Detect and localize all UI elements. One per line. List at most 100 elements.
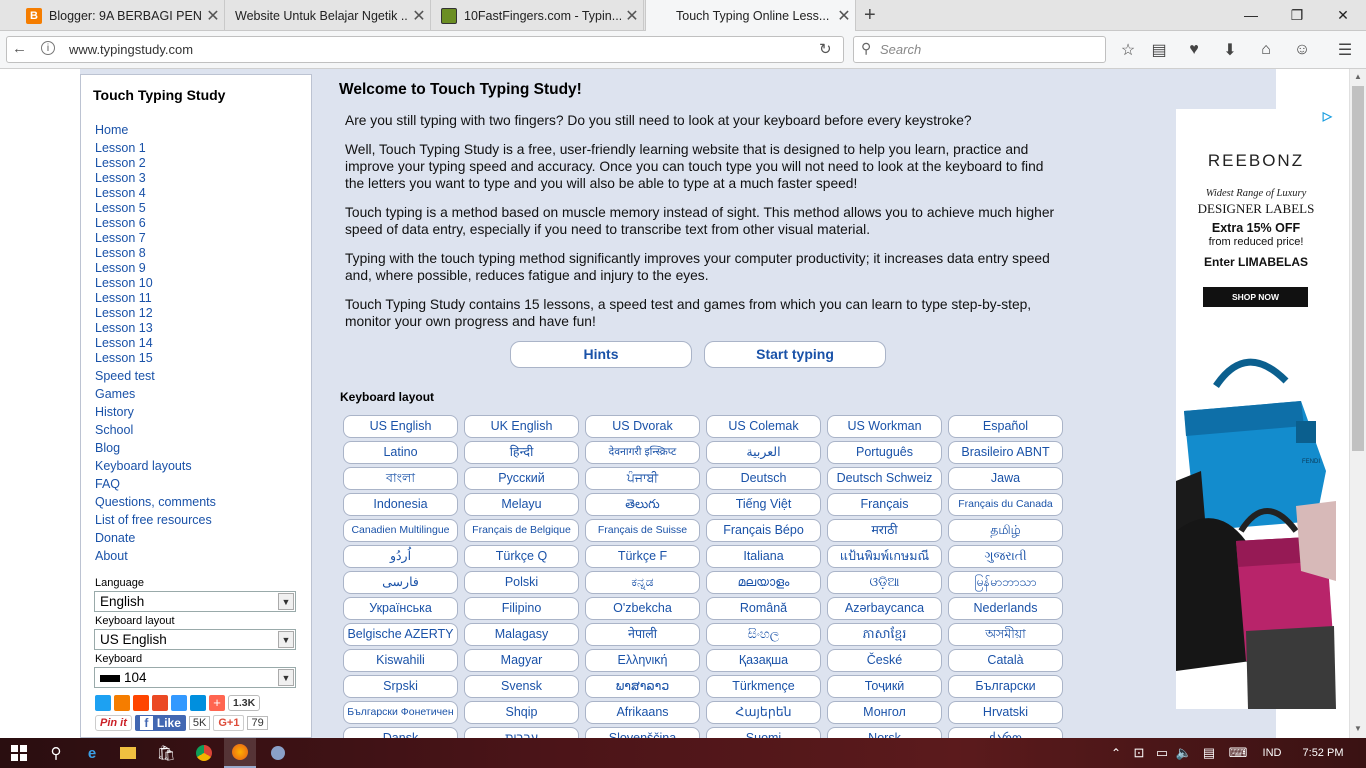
chevron-down-icon[interactable]: ▼ xyxy=(278,669,294,686)
chat-icon[interactable]: ☺ xyxy=(1290,38,1314,62)
layout-button[interactable]: Suomi xyxy=(706,727,821,738)
file-explorer-icon[interactable] xyxy=(112,738,144,768)
layout-button[interactable]: US Colemak xyxy=(706,415,821,438)
layout-button[interactable]: Dansk xyxy=(343,727,458,738)
minimize-icon[interactable]: — xyxy=(1228,0,1274,30)
hints-button[interactable]: Hints xyxy=(510,341,692,368)
layout-button[interactable]: اُردُو xyxy=(343,545,458,568)
scrollbar-thumb[interactable] xyxy=(1352,86,1364,451)
sidebar-link-school[interactable]: School xyxy=(95,423,133,437)
layout-button[interactable]: Malagasy xyxy=(464,623,579,646)
url-text[interactable]: www.typingstudy.com xyxy=(69,42,193,57)
chevron-down-icon[interactable]: ▼ xyxy=(278,593,294,610)
layout-button[interactable]: ଓଡ଼ିଆ xyxy=(827,571,942,594)
layout-button[interactable]: Indonesia xyxy=(343,493,458,516)
keyboard-layout-select[interactable]: US English ▼ xyxy=(94,629,296,650)
sidebar-link-faq[interactable]: FAQ xyxy=(95,477,120,491)
reading-list-icon[interactable]: ▤ xyxy=(1147,38,1171,62)
layout-button[interactable]: Français de Belgique xyxy=(464,519,579,542)
layout-button[interactable]: Filipino xyxy=(464,597,579,620)
pinterest-button[interactable]: Pin it xyxy=(95,715,132,731)
layout-button[interactable]: Deutsch Schweiz xyxy=(827,467,942,490)
scroll-up-icon[interactable]: ▲ xyxy=(1354,72,1362,81)
stumbleupon-icon[interactable] xyxy=(152,695,168,711)
volume-icon[interactable]: 🔈 xyxy=(1174,738,1194,768)
sidebar-link-lesson-5[interactable]: Lesson 5 xyxy=(95,201,146,215)
layout-button[interactable]: ಕನ್ನಡ xyxy=(585,571,700,594)
layout-button[interactable]: Тоҷикӣ xyxy=(827,675,942,698)
close-icon[interactable]: ✕ xyxy=(408,6,430,26)
sidebar-link-home[interactable]: Home xyxy=(95,123,128,137)
layout-button[interactable]: Shqip xyxy=(464,701,579,724)
layout-button[interactable]: O'zbekcha xyxy=(585,597,700,620)
sidebar-link-lesson-2[interactable]: Lesson 2 xyxy=(95,156,146,170)
reload-icon[interactable]: ↻ xyxy=(819,40,832,58)
layout-button[interactable]: हिन्दी xyxy=(464,441,579,464)
close-icon[interactable]: ✕ xyxy=(202,6,224,26)
layout-button[interactable]: UK English xyxy=(464,415,579,438)
layout-button[interactable]: देवनागरी इन्स्क्रिप्ट xyxy=(585,441,700,464)
notification-icon[interactable]: ▤ xyxy=(1198,738,1220,768)
layout-button[interactable]: Català xyxy=(948,649,1063,672)
layout-button[interactable]: Հայերեն xyxy=(706,701,821,724)
chrome-icon[interactable] xyxy=(188,738,220,768)
language-select[interactable]: English ▼ xyxy=(94,591,296,612)
store-icon[interactable]: 🛍 xyxy=(150,738,182,768)
home-icon[interactable]: ⌂ xyxy=(1254,38,1278,62)
layout-button[interactable]: Azərbaycanca xyxy=(827,597,942,620)
sidebar-link-list-of-free-resources[interactable]: List of free resources xyxy=(95,513,212,527)
power-icon[interactable]: ▭ xyxy=(1152,738,1172,768)
tab-10fastfingers[interactable]: 10FastFingers.com - Typin... ✕ xyxy=(431,0,644,31)
sidebar-link-lesson-10[interactable]: Lesson 10 xyxy=(95,276,153,290)
layout-button[interactable]: Українська xyxy=(343,597,458,620)
sidebar-link-lesson-12[interactable]: Lesson 12 xyxy=(95,306,153,320)
layout-button[interactable]: සිංහල xyxy=(706,623,821,646)
layout-button[interactable]: Português xyxy=(827,441,942,464)
delicious-icon[interactable] xyxy=(171,695,187,711)
layout-button[interactable]: České xyxy=(827,649,942,672)
info-icon[interactable]: i xyxy=(41,41,55,55)
start-typing-button[interactable]: Start typing xyxy=(704,341,886,368)
layout-button[interactable]: Қазақша xyxy=(706,649,821,672)
layout-button[interactable]: US English xyxy=(343,415,458,438)
tab-touch-typing[interactable]: Touch Typing Online Less... ✕ xyxy=(645,0,856,31)
layout-button[interactable]: Polski xyxy=(464,571,579,594)
plus-share-icon[interactable]: + xyxy=(209,695,225,711)
reddit-icon[interactable] xyxy=(133,695,149,711)
layout-button[interactable]: Монгол xyxy=(827,701,942,724)
firefox-icon[interactable] xyxy=(224,738,256,768)
sidebar-link-lesson-6[interactable]: Lesson 6 xyxy=(95,216,146,230)
layout-button[interactable]: తెలుగు xyxy=(585,493,700,516)
layout-button[interactable]: Français du Canada xyxy=(948,493,1063,516)
search-icon[interactable]: ⚲ xyxy=(40,738,72,768)
layout-button[interactable]: Canadien Multilingue xyxy=(343,519,458,542)
layout-button[interactable]: മലയാളം xyxy=(706,571,821,594)
layout-button[interactable]: Magyar xyxy=(464,649,579,672)
adchoices-icon[interactable]: ▷ xyxy=(1323,109,1332,123)
layout-button[interactable]: Nederlands xyxy=(948,597,1063,620)
ad-shop-now-button[interactable]: SHOP NOW xyxy=(1203,287,1308,307)
layout-button[interactable]: Español xyxy=(948,415,1063,438)
layout-button[interactable]: ພາສາລາວ xyxy=(585,675,700,698)
edge-icon[interactable]: e xyxy=(76,738,108,768)
chevron-down-icon[interactable]: ▼ xyxy=(278,631,294,648)
blogger-icon[interactable] xyxy=(114,695,130,711)
layout-button[interactable]: Français Bépo xyxy=(706,519,821,542)
layout-button[interactable]: US Workman xyxy=(827,415,942,438)
keyboard-icon[interactable]: ⌨ xyxy=(1224,738,1252,768)
sidebar-link-lesson-14[interactable]: Lesson 14 xyxy=(95,336,153,350)
layout-button[interactable]: Türkçe Q xyxy=(464,545,579,568)
tab-blogger[interactable]: B Blogger: 9A BERBAGI PEN... ✕ xyxy=(16,0,225,31)
layout-button[interactable]: Ελληνική xyxy=(585,649,700,672)
layout-button[interactable]: Български Фонетичен xyxy=(343,701,458,724)
close-icon[interactable]: ✕ xyxy=(833,6,855,26)
app-icon[interactable] xyxy=(262,738,294,768)
sidebar-link-lesson-4[interactable]: Lesson 4 xyxy=(95,186,146,200)
layout-button[interactable]: ភាសាខ្មែរ xyxy=(827,623,942,646)
layout-button[interactable]: Français xyxy=(827,493,942,516)
layout-button[interactable]: Русский xyxy=(464,467,579,490)
sidebar-link-donate[interactable]: Donate xyxy=(95,531,135,545)
twitter-icon[interactable] xyxy=(95,695,111,711)
clock[interactable]: 7:52 PM xyxy=(1296,738,1350,768)
sidebar-link-keyboard-layouts[interactable]: Keyboard layouts xyxy=(95,459,192,473)
